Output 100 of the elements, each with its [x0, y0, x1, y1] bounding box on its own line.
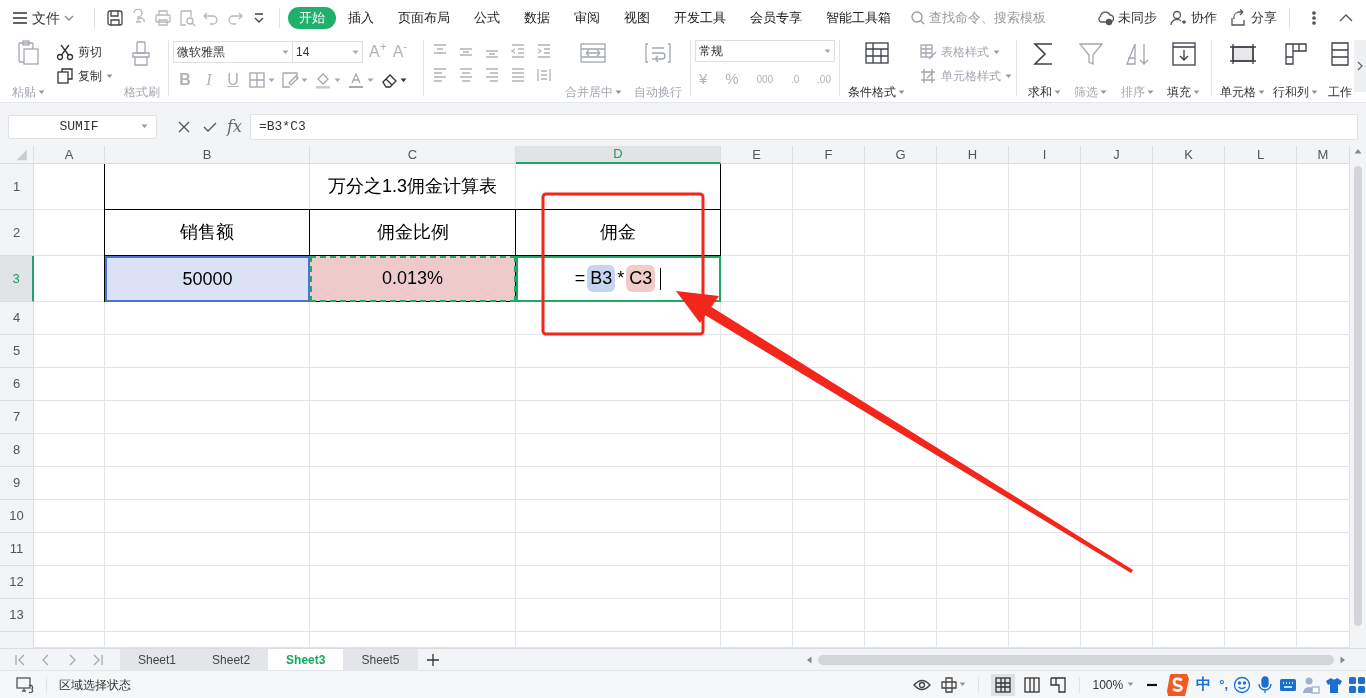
save-icon[interactable]	[106, 9, 124, 27]
page-break-icon[interactable]	[1049, 675, 1068, 694]
name-box[interactable]: SUMIF	[8, 114, 157, 139]
row-header[interactable]: 7	[0, 401, 34, 434]
vertical-scrollbar[interactable]	[1350, 146, 1366, 648]
horizontal-scrollbar[interactable]	[806, 652, 1346, 667]
row-header[interactable]: 6	[0, 368, 34, 401]
scroll-left-icon	[806, 655, 812, 664]
ribbon-button[interactable]: 求和	[1023, 40, 1065, 98]
first-sheet-icon[interactable]	[14, 653, 26, 666]
increase-indent-icon[interactable]	[535, 42, 553, 60]
ribbon-button[interactable]: 工作	[1322, 40, 1358, 98]
row-header[interactable]: 5	[0, 335, 34, 368]
align-right-icon[interactable]	[483, 66, 501, 84]
normal-view-icon[interactable]	[991, 673, 1016, 696]
person-add-icon	[1169, 9, 1187, 27]
ribbon-button[interactable]: 填充	[1163, 40, 1205, 98]
justify-icon[interactable]	[509, 66, 527, 84]
align-center-icon[interactable]	[457, 66, 475, 84]
ribbon-button[interactable]: 行和列	[1269, 40, 1322, 98]
row-header[interactable]: 2	[0, 210, 34, 256]
column-header[interactable]: F	[793, 146, 865, 164]
ribbon-button[interactable]: 单元格	[1216, 40, 1269, 98]
column-header[interactable]: M	[1297, 146, 1350, 164]
ribbon-scroll-button[interactable]	[1354, 40, 1366, 92]
ribbon-tab[interactable]: 插入	[336, 7, 386, 29]
column-header[interactable]: L	[1225, 146, 1297, 164]
row-header[interactable]: 13	[0, 599, 34, 632]
sheet-tab[interactable]: Sheet5	[343, 649, 418, 670]
decrease-indent-icon[interactable]	[509, 42, 527, 60]
toolbar-button[interactable]: 分享	[1229, 8, 1277, 28]
insert-function-button[interactable]: fx	[227, 114, 242, 139]
file-menu-button[interactable]: 文件	[12, 7, 86, 29]
ribbon-tab[interactable]: 开发工具	[662, 7, 738, 29]
sheet-tab[interactable]: Sheet2	[194, 649, 269, 670]
ribbon-tab[interactable]: 数据	[512, 7, 562, 29]
ribbon-button[interactable]: 剪切	[56, 40, 113, 64]
ribbon-tab[interactable]: 公式	[462, 7, 512, 29]
print-preview-icon[interactable]	[178, 9, 196, 27]
crosshair-button[interactable]	[941, 676, 967, 693]
ribbon-tab[interactable]: 智能工具箱	[814, 7, 903, 29]
caret-icon	[898, 89, 905, 95]
cancel-icon[interactable]	[177, 119, 191, 134]
add-sheet-icon[interactable]	[425, 652, 440, 667]
row-header[interactable]: 8	[0, 434, 34, 467]
column-header[interactable]: B	[105, 146, 310, 164]
caret-icon	[959, 682, 967, 687]
column-header[interactable]: G	[865, 146, 937, 164]
eye-icon[interactable]	[913, 677, 932, 692]
shirt-icon[interactable]	[1325, 675, 1343, 694]
row-header[interactable]: 12	[0, 566, 34, 599]
zoom-out-icon[interactable]	[1146, 682, 1159, 687]
share-icon	[1229, 9, 1247, 27]
ribbon-button[interactable]: 复制	[56, 64, 113, 88]
caret-icon	[1100, 89, 1108, 95]
ime-logo-icon[interactable]	[1166, 672, 1191, 697]
ribbon-tab[interactable]: 会员专享	[738, 7, 814, 29]
column-header[interactable]: I	[1009, 146, 1081, 164]
smiley-icon[interactable]	[1233, 675, 1251, 694]
toolbar-button[interactable]: 协作	[1169, 8, 1217, 28]
ribbon-tab[interactable]: 页面布局	[386, 7, 462, 29]
cell-reference: B3	[587, 265, 616, 292]
sheet-tab[interactable]: Sheet1	[120, 649, 195, 670]
print-icon[interactable]	[154, 9, 172, 27]
search-field[interactable]: 查找命令、搜索模板	[911, 8, 1051, 28]
page-layout-icon[interactable]	[1023, 675, 1042, 694]
row-header[interactable]	[0, 632, 34, 648]
apps-grid-icon[interactable]	[1348, 675, 1366, 694]
ribbon-tab[interactable]: 视图	[612, 7, 662, 29]
microphone-icon[interactable]	[1256, 675, 1274, 694]
ribbon-button[interactable]: 条件格式	[844, 40, 909, 98]
column-header[interactable]: K	[1153, 146, 1225, 164]
row-header[interactable]: 10	[0, 500, 34, 533]
font-name-dropdown[interactable]: 微软雅黑	[173, 41, 293, 63]
ribbon-tab[interactable]: 审阅	[562, 7, 612, 29]
person-icon[interactable]	[1302, 675, 1320, 694]
column-header[interactable]: H	[937, 146, 1009, 164]
active-cell[interactable]: = B3 * C3	[516, 256, 721, 302]
last-sheet-icon[interactable]	[92, 653, 104, 666]
align-left-icon[interactable]	[431, 66, 449, 84]
formula-input[interactable]: =B3*C3	[249, 113, 1358, 140]
distributed-icon[interactable]	[535, 66, 553, 84]
column-header[interactable]: E	[721, 146, 793, 164]
number-format-dropdown[interactable]: 常规	[695, 40, 835, 62]
ime-mode-indicator[interactable]: °,	[1219, 674, 1228, 695]
column-header[interactable]: J	[1081, 146, 1153, 164]
column-header[interactable]: C	[310, 146, 516, 164]
toolbar-button[interactable]: 未同步	[1096, 8, 1157, 28]
row-header[interactable]: 9	[0, 467, 34, 500]
row-header[interactable]: 1	[0, 164, 34, 210]
row-header[interactable]: 4	[0, 302, 34, 335]
zoom-dropdown[interactable]: 100%	[1092, 675, 1135, 694]
font-size-dropdown[interactable]: 14	[293, 41, 363, 63]
select-all-icon[interactable]	[0, 146, 34, 164]
column-header[interactable]: A	[34, 146, 105, 164]
row-header[interactable]: 11	[0, 533, 34, 566]
scroll-right-icon	[1340, 655, 1346, 664]
caret-icon	[824, 48, 831, 54]
selection-mode-icon[interactable]	[16, 676, 34, 693]
ime-mode-indicator[interactable]: 中	[1196, 673, 1212, 696]
